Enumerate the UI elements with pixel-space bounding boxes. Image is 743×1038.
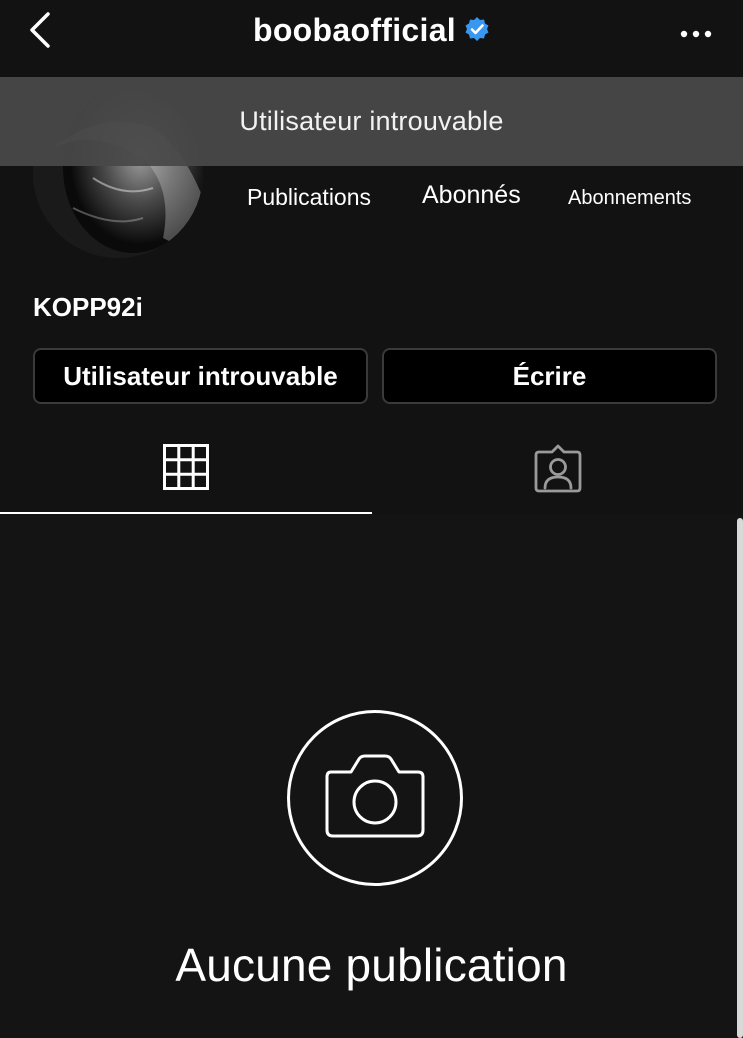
tagged-person-icon <box>534 444 582 493</box>
profile-username: KOPP92i <box>33 292 143 322</box>
stat-publications[interactable]: Publications <box>247 184 371 211</box>
stat-followers[interactable]: Abonnés <box>422 181 521 210</box>
more-options-button[interactable] <box>679 20 713 48</box>
user-not-found-button[interactable]: Utilisateur introuvable <box>33 348 368 404</box>
top-bar: boobaofficial <box>0 0 743 77</box>
tab-grid[interactable] <box>0 430 372 514</box>
more-horizontal-icon <box>680 30 712 38</box>
profile-stats: Publications Abonnés Abonnements <box>230 178 730 218</box>
page-title: boobaofficial <box>252 12 456 48</box>
banner-text: Utilisateur introuvable <box>239 106 504 136</box>
tab-tagged[interactable] <box>372 430 743 514</box>
header-title-container: boobaofficial <box>0 12 743 49</box>
empty-state-text: Aucune publication <box>175 939 568 991</box>
profile-tabs <box>0 430 743 514</box>
stat-following[interactable]: Abonnements <box>568 187 691 210</box>
message-button[interactable]: Écrire <box>382 348 717 404</box>
camera-icon <box>325 754 425 838</box>
grid-icon <box>163 444 209 490</box>
verified-badge-icon <box>465 16 489 41</box>
user-not-found-banner: Utilisateur introuvable <box>0 77 743 166</box>
